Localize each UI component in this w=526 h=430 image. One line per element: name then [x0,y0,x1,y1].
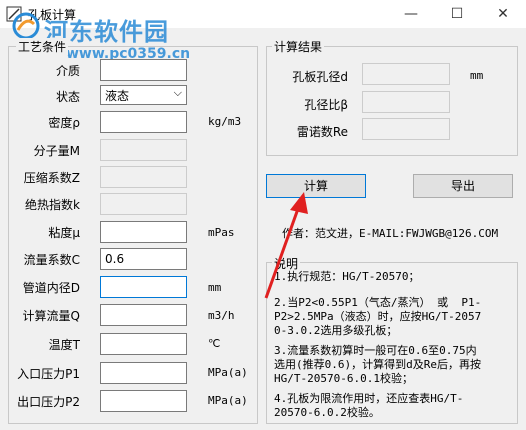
annotation-arrow-icon [264,192,308,299]
